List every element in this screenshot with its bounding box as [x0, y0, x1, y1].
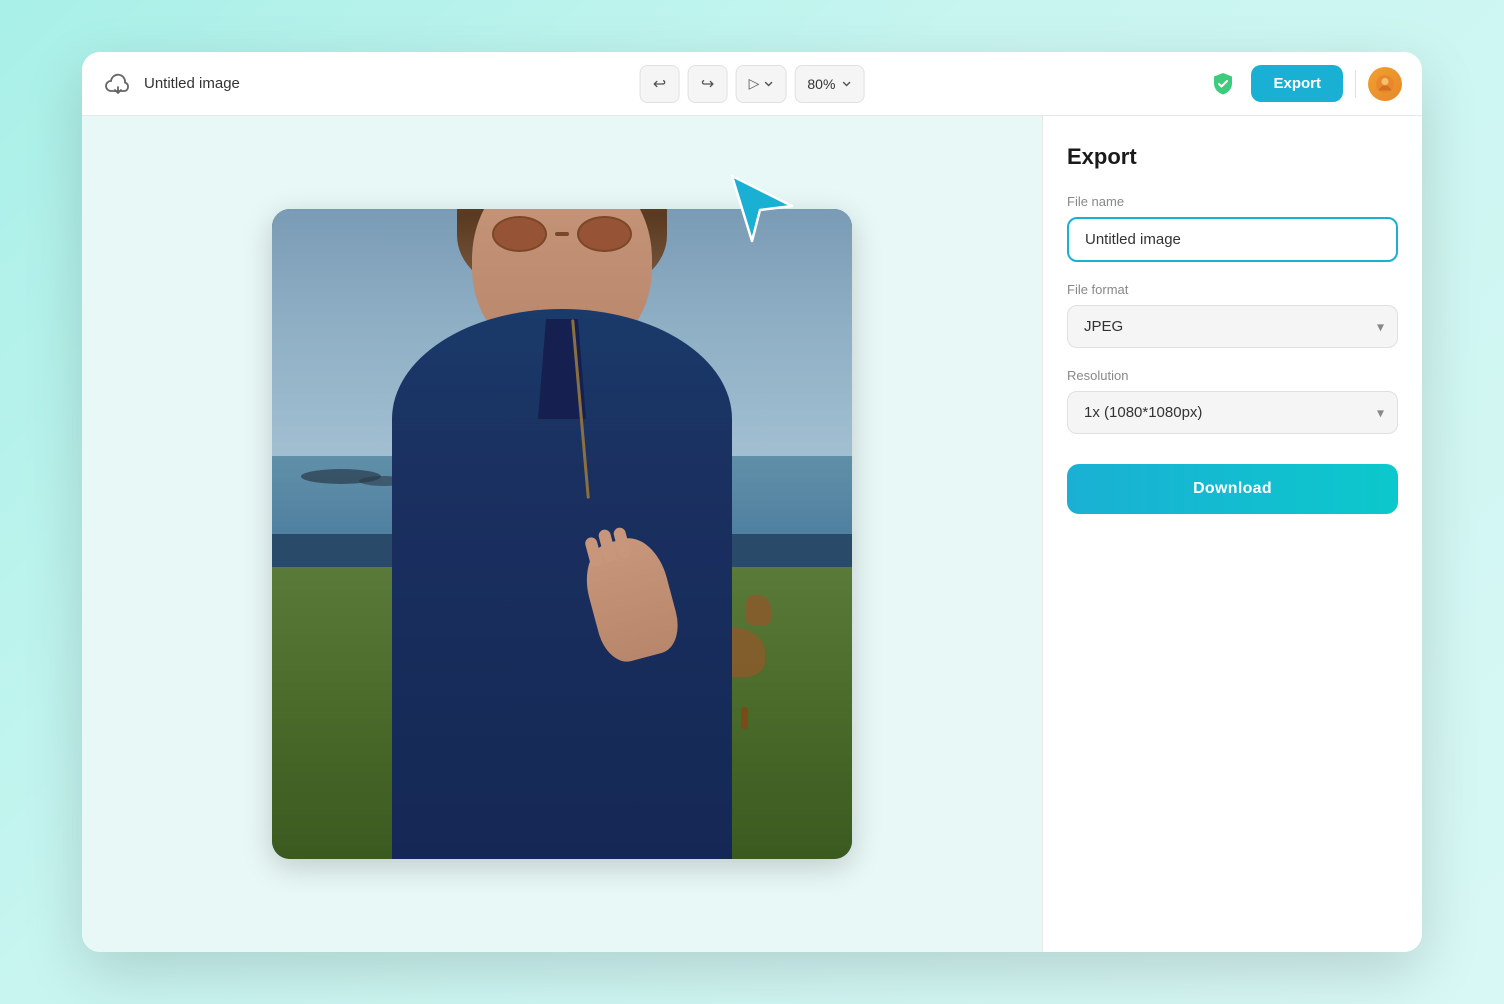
toolbar: Untitled image ↩ ↪ ▷ 80%: [82, 52, 1422, 116]
toolbar-divider: [1355, 70, 1356, 98]
app-window: Untitled image ↩ ↪ ▷ 80%: [82, 52, 1422, 952]
play-icon: ▷: [749, 75, 760, 92]
sunglass-bridge: [555, 232, 570, 236]
file-name-label: File name: [1067, 194, 1398, 209]
file-format-select[interactable]: JPEG PNG SVG PDF: [1067, 305, 1398, 348]
shield-icon: [1207, 68, 1239, 100]
file-name-input[interactable]: [1067, 217, 1398, 262]
canvas-area[interactable]: [82, 116, 1042, 952]
download-button[interactable]: Download: [1067, 464, 1398, 514]
export-panel: Export File name File format JPEG PNG SV…: [1042, 116, 1422, 952]
sunglass-right: [577, 216, 632, 252]
export-button[interactable]: Export: [1251, 65, 1343, 102]
cow-leg-2: [741, 707, 748, 729]
toolbar-center: ↩ ↪ ▷ 80%: [640, 65, 865, 103]
main-content: Export File name File format JPEG PNG SV…: [82, 116, 1422, 952]
cow-head: [746, 595, 771, 625]
undo-button[interactable]: ↩: [640, 65, 680, 103]
panel-title: Export: [1067, 144, 1398, 170]
zoom-control[interactable]: 80%: [794, 65, 864, 103]
zoom-chevron-icon: [841, 79, 851, 89]
toolbar-right: Export: [1207, 65, 1402, 102]
photo-canvas: [272, 209, 852, 859]
play-button[interactable]: ▷: [736, 65, 787, 103]
resolution-select[interactable]: 1x (1080*1080px) 2x (2160*2160px) 0.5x (…: [1067, 391, 1398, 434]
file-format-label: File format: [1067, 282, 1398, 297]
zoom-value: 80%: [807, 76, 835, 92]
avatar[interactable]: [1368, 67, 1402, 101]
file-format-wrapper: JPEG PNG SVG PDF ▾: [1067, 305, 1398, 348]
undo-icon: ↩: [653, 74, 666, 94]
cloud-icon: [102, 68, 134, 100]
document-title: Untitled image: [144, 75, 240, 92]
resolution-label: Resolution: [1067, 368, 1398, 383]
resolution-wrapper: 1x (1080*1080px) 2x (2160*2160px) 0.5x (…: [1067, 391, 1398, 434]
sunglass-left: [492, 216, 547, 252]
image-card: [272, 209, 852, 859]
person-body: [392, 309, 732, 859]
chevron-down-icon: [763, 79, 773, 89]
redo-icon: ↪: [701, 74, 714, 94]
cursor-arrow: [722, 166, 802, 251]
redo-button[interactable]: ↪: [688, 65, 728, 103]
